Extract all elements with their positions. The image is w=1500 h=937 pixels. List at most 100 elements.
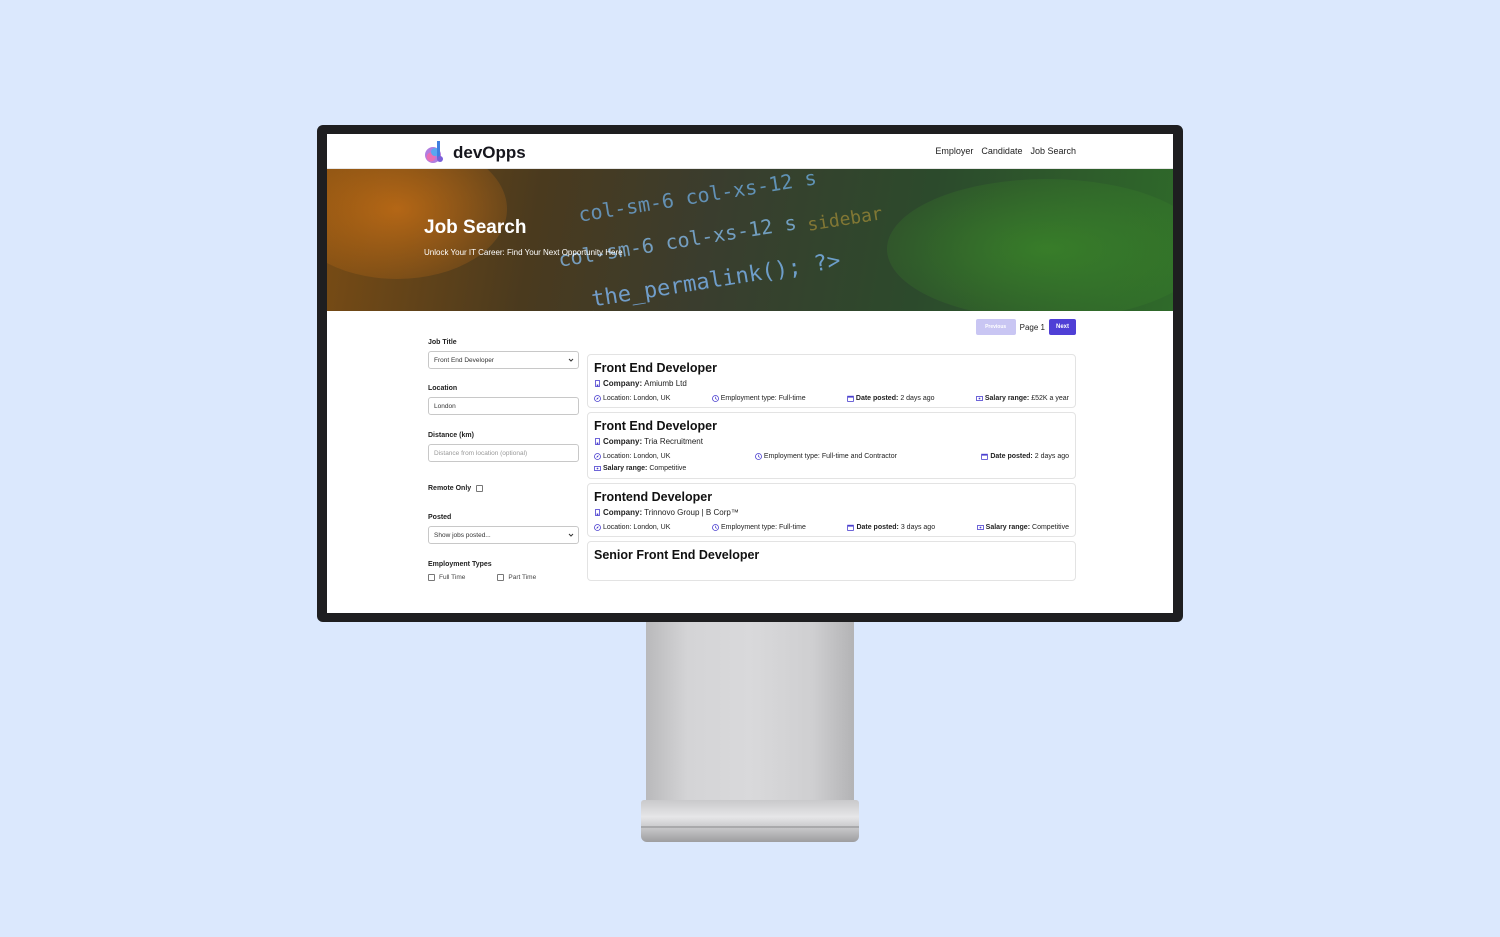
cash-icon [594,465,601,472]
employment-type-label: Employment type: [720,395,777,402]
monitor-foot-edge [641,826,859,828]
compass-icon [594,524,601,531]
company-label: Company: [603,508,643,517]
remote-only-label: Remote Only [428,485,472,492]
location-value: London, UK [633,453,671,460]
brand-name[interactable]: devOpps [453,143,526,163]
job-salary: Salary range: Competitive [594,465,1069,478]
job-date-posted: Date posted: 2 days ago [847,395,935,402]
calendar-icon [981,453,989,460]
employment-type-label: Employment type: [763,453,820,460]
date-posted-label: Date posted: [990,453,1033,460]
clock-icon [712,524,719,531]
filter-panel: Job Title Front End Developer Location L… [428,339,579,581]
posted-label: Posted [428,514,452,521]
salary-label: Salary range: [985,524,1031,531]
page-subtitle: Unlock Your IT Career: Find Your Next Op… [424,248,623,257]
job-employment-type: Employment type: Full-time [712,524,806,531]
part-time-checkbox[interactable] [497,574,505,581]
date-posted-value: 2 days ago [1034,453,1069,460]
next-button[interactable]: Next [1049,319,1076,335]
posted-select[interactable]: Show jobs posted... [428,526,579,544]
job-company: Company: Trinnovo Group | B Corp™ [594,508,1069,517]
job-card[interactable]: Front End Developer Company: Amiumb Ltd … [587,354,1076,408]
employment-type-value: Full-time and Contractor [821,453,897,460]
calendar-icon [847,395,854,402]
job-employment-type: Employment type: Full-time and Contracto… [754,453,897,460]
full-time-option[interactable]: Full Time [428,574,465,581]
page-title: Job Search [424,217,527,238]
job-title[interactable]: Senior Front End Developer [594,548,1069,562]
location-input[interactable]: London [428,397,579,415]
job-employment-type: Employment type: Full-time [711,395,806,402]
job-title-select[interactable]: Front End Developer [428,351,579,369]
nav-link-employer[interactable]: Employer [935,146,973,156]
salary-value: Competitive [649,465,687,472]
building-icon [594,438,601,445]
job-salary: Salary range: Competitive [976,524,1069,531]
job-salary: Salary range: £52K a year [975,395,1069,402]
screen: devOpps Employer Candidate Job Search co… [327,134,1173,613]
employment-type-label: Employment type: [720,524,778,531]
job-title[interactable]: Front End Developer [594,361,1069,375]
salary-label: Salary range: [603,465,648,472]
job-meta: Location: London, UK Employment type: Fu… [594,395,1069,407]
job-title[interactable]: Front End Developer [594,419,1069,433]
posted-value: Show jobs posted... [434,531,491,539]
distance-input[interactable]: Distance from location (optional) [428,444,579,462]
building-icon [594,509,601,516]
calendar-icon [847,524,855,531]
location-label: Location [428,385,458,392]
nav-link-candidate[interactable]: Candidate [981,146,1022,156]
salary-value: £52K a year [1031,395,1069,402]
hero-code-text: sidebar [805,203,885,236]
part-time-label: Part Time [508,574,537,581]
clock-icon [711,395,719,402]
location-value: London [434,402,456,410]
compass-icon [594,395,601,402]
job-card[interactable]: Front End Developer Company: Tria Recrui… [587,412,1076,479]
job-card[interactable]: Senior Front End Developer [587,541,1076,581]
job-meta: Location: London, UK Employment type: Fu… [594,453,1069,465]
chevron-down-icon [568,358,574,362]
nav-links: Employer Candidate Job Search [935,146,1076,156]
devopps-logo-icon[interactable] [423,139,445,165]
job-results: Front End Developer Company: Amiumb Ltd … [587,354,1076,585]
company-label: Company: [603,379,643,388]
nav-link-job-search[interactable]: Job Search [1030,146,1076,156]
part-time-option[interactable]: Part Time [497,574,536,581]
company-name: Tria Recruitment [644,437,703,446]
clock-icon [754,453,762,460]
job-card[interactable]: Frontend Developer Company: Trinnovo Gro… [587,483,1076,537]
salary-label: Salary range: [984,395,1030,402]
distance-label: Distance (km) [428,432,474,439]
employment-types-label: Employment Types [428,561,492,568]
cash-icon [976,524,984,531]
location-label: Location: [603,524,632,531]
chevron-down-icon [568,533,574,537]
building-icon [594,380,601,387]
remote-only-row: Remote Only [428,485,579,492]
date-posted-label: Date posted: [856,524,899,531]
pagination: Previous Page 1 Next [975,319,1076,335]
monitor-foot [641,800,859,842]
job-title-label: Job Title [428,339,457,346]
job-date-posted: Date posted: 2 days ago [981,453,1069,460]
page-indicator: Page 1 [1019,322,1045,332]
company-label: Company: [603,437,643,446]
location-label: Location: [603,395,632,402]
company-name: Amiumb Ltd [644,379,687,388]
full-time-checkbox[interactable] [428,574,435,581]
job-title[interactable]: Frontend Developer [594,490,1069,504]
job-company: Company: Amiumb Ltd [594,379,1069,388]
previous-button[interactable]: Previous [975,319,1016,335]
full-time-label: Full Time [439,574,466,581]
job-company: Company: Tria Recruitment [594,437,1069,446]
location-label: Location: [603,453,632,460]
remote-only-checkbox[interactable] [476,485,484,492]
date-posted-value: 3 days ago [900,524,936,531]
salary-value: Competitive [1032,524,1069,531]
date-posted-label: Date posted: [855,395,899,402]
location-value: London, UK [633,395,671,402]
job-title-value: Front End Developer [434,356,494,364]
